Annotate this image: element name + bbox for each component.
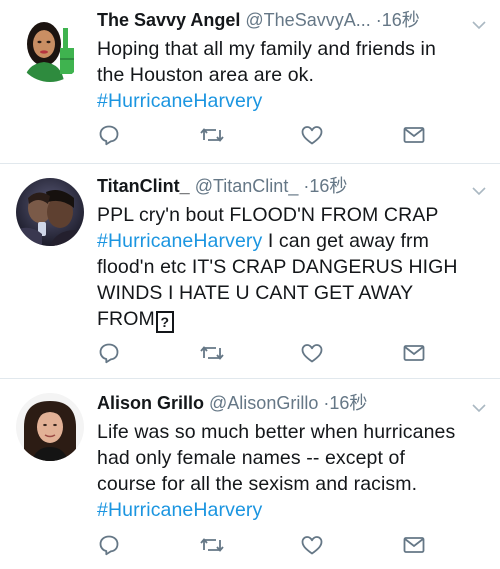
reply-icon[interactable] xyxy=(97,123,121,147)
timestamp[interactable]: 16秒 xyxy=(382,10,420,30)
tweet-actions xyxy=(97,533,427,557)
tweet-text-line: the Houston area are ok. xyxy=(97,64,315,86)
tweet-text-fragment: FROM xyxy=(97,308,155,330)
display-name[interactable]: TitanClint_ xyxy=(97,176,190,196)
avatar[interactable] xyxy=(16,393,84,461)
tweet-text-line: WINDS I HATE U CANT GET AWAY xyxy=(97,282,414,304)
tweet-3[interactable]: Alison Grillo @AlisonGrillo ·16秒 Life wa… xyxy=(0,379,500,569)
tweet-header: The Savvy Angel @TheSavvyA... ·16秒 xyxy=(97,9,490,31)
retweet-icon[interactable] xyxy=(199,533,224,557)
user-handle[interactable]: @AlisonGrillo xyxy=(209,393,318,413)
timestamp[interactable]: 16秒 xyxy=(329,393,367,413)
timestamp[interactable]: 16秒 xyxy=(309,176,347,196)
retweet-icon[interactable] xyxy=(199,341,224,365)
like-icon[interactable] xyxy=(300,341,324,365)
tweet-text-line: Life was so much better when hurricanes xyxy=(97,421,456,443)
tweet-1[interactable]: The Savvy Angel @TheSavvyA... ·16秒 Hopin… xyxy=(0,0,500,163)
tweet-text-line: had only female names -- except of xyxy=(97,447,405,469)
avatar-cartoon-woman-image xyxy=(16,14,84,82)
tweet-text-line: #HurricaneHarvery I can get away frm xyxy=(97,228,492,254)
chevron-down-icon[interactable] xyxy=(472,400,486,413)
avatar-woman-photo-image xyxy=(16,393,84,461)
tweet-text-line: PPL cry'n bout FLOOD'N FROM CRAP xyxy=(97,204,439,226)
message-icon[interactable] xyxy=(402,123,426,147)
like-icon[interactable] xyxy=(300,123,324,147)
tweet-text-line: flood'n etc IT'S CRAP DANGERUS HIGH xyxy=(97,256,458,278)
reply-icon[interactable] xyxy=(97,533,121,557)
user-handle[interactable]: @TheSavvyA... xyxy=(245,10,370,30)
tweet-text-fragment: I can get away frm xyxy=(262,230,429,252)
user-handle[interactable]: @TitanClint_ xyxy=(195,176,299,196)
tweet-text: Life was so much better when hurricanes … xyxy=(97,419,492,523)
display-name[interactable]: The Savvy Angel xyxy=(97,10,240,30)
like-icon[interactable] xyxy=(300,533,324,557)
hashtag-link[interactable]: #HurricaneHarvery xyxy=(97,230,262,252)
chevron-down-icon[interactable] xyxy=(472,183,486,196)
tweet-actions xyxy=(97,123,427,147)
display-name[interactable]: Alison Grillo xyxy=(97,393,204,413)
tweet-actions xyxy=(97,341,427,365)
avatar[interactable] xyxy=(16,178,84,246)
message-icon[interactable] xyxy=(402,341,426,365)
tweet-text-line: FROM? xyxy=(97,306,492,333)
avatar-couple-photo-image xyxy=(16,178,84,246)
avatar[interactable] xyxy=(16,14,84,82)
tweet-header: Alison Grillo @AlisonGrillo ·16秒 xyxy=(97,392,490,414)
tweet-text-line: course for all the sexism and racism. xyxy=(97,473,418,495)
tweet-header: TitanClint_ @TitanClint_ ·16秒 xyxy=(97,175,490,197)
tweet-2[interactable]: TitanClint_ @TitanClint_ ·16秒 PPL cry'n … xyxy=(0,164,500,378)
hashtag-link[interactable]: #HurricaneHarvery xyxy=(97,497,492,523)
message-icon[interactable] xyxy=(402,533,426,557)
tweet-text: PPL cry'n bout FLOOD'N FROM CRAP #Hurric… xyxy=(97,202,492,333)
unknown-character-box: ? xyxy=(155,311,174,333)
tweet-text-line: Hoping that all my family and friends in xyxy=(97,38,436,60)
chevron-down-icon[interactable] xyxy=(472,17,486,30)
reply-icon[interactable] xyxy=(97,341,121,365)
retweet-icon[interactable] xyxy=(199,123,224,147)
tweet-text: Hoping that all my family and friends in… xyxy=(97,36,492,114)
hashtag-link[interactable]: #HurricaneHarvery xyxy=(97,88,492,114)
